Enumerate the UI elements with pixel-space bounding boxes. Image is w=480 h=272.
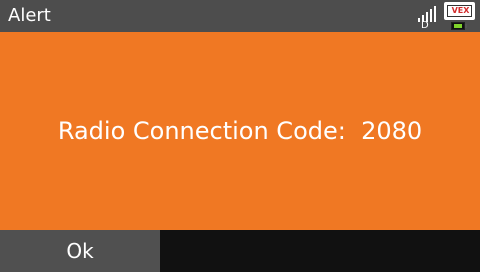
alert-screen: Alert D VEX Radio Connection Code: 2080 … xyxy=(0,0,480,272)
title-bar: Alert D VEX xyxy=(0,0,480,32)
vex-logo-text: VEX xyxy=(451,6,470,15)
signal-mode-label: D xyxy=(421,20,429,31)
ok-button[interactable]: Ok xyxy=(0,230,160,272)
battery-body xyxy=(451,22,465,30)
bottom-bar: Ok xyxy=(0,230,480,272)
battery-fill xyxy=(454,24,462,28)
vex-logo-frame: VEX xyxy=(447,5,472,17)
alert-panel: Radio Connection Code: 2080 xyxy=(0,32,480,230)
window-title: Alert xyxy=(8,5,51,26)
battery-tip xyxy=(465,24,467,28)
vex-logo-icon: VEX xyxy=(444,2,475,20)
battery-icon xyxy=(451,22,467,30)
alert-message: Radio Connection Code: 2080 xyxy=(57,117,423,145)
